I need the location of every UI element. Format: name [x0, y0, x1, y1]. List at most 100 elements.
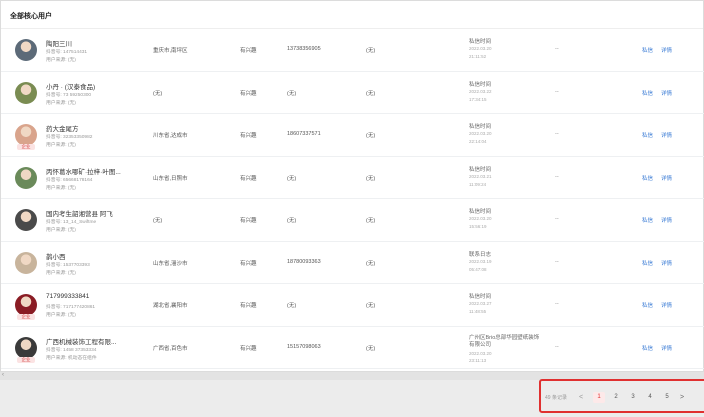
avatar[interactable]	[15, 336, 37, 359]
enterprise-badge: 企业	[17, 314, 35, 320]
message-button[interactable]: 私信	[642, 46, 653, 54]
detail-button[interactable]: 详情	[661, 131, 672, 139]
detail-button[interactable]: 详情	[661, 301, 672, 309]
location: (无)	[153, 218, 163, 224]
page-4-button[interactable]: 4	[644, 392, 656, 403]
message-button[interactable]: 私信	[642, 131, 653, 139]
avatar[interactable]	[15, 209, 37, 231]
table-row: 小丹 · (汉泰食品) 抖音号: 73 59250300 用户来源: (无) (…	[1, 72, 704, 114]
customer-name: 药大金尾方	[46, 126, 79, 133]
message-button[interactable]: 私信	[642, 174, 653, 182]
empty-value: --	[555, 301, 559, 307]
customer-name: 丙怀葛水哪矿·拉梓·叶图...	[46, 168, 121, 176]
last-contact-date: 2022.03.22	[469, 88, 492, 94]
remark: (无)	[366, 90, 376, 97]
avatar[interactable]	[15, 294, 37, 316]
last-contact-label: 私信时间	[469, 81, 492, 88]
last-contact-label: 私信时间	[469, 209, 492, 215]
douyin-id: 抖音号: 147514431	[46, 50, 88, 55]
table-row: 企业 717999333841 抖音号: 717177420861 用户来源: …	[1, 284, 704, 327]
page: 全部核心用户 陶阳三川 抖音号: 147514431 用户来源: (无) 重庆市…	[0, 0, 704, 417]
page-2-button[interactable]: 2	[610, 392, 622, 403]
customer-name: 717999333841	[46, 293, 90, 300]
avatar[interactable]	[15, 39, 37, 61]
douyin-id: 抖音号: 13_14_Swiftme	[46, 220, 97, 225]
page-3-button[interactable]: 3	[627, 392, 639, 403]
douyin-id: 抖音号: 32353350982	[46, 135, 93, 140]
intent-type: 有兴趣	[240, 218, 257, 224]
remark: (无)	[366, 260, 376, 267]
remark: (无)	[366, 175, 376, 182]
phone-number: (无)	[287, 218, 297, 224]
last-contact-time: 17:34:15	[469, 96, 487, 102]
last-contact-time: 21:11:52	[469, 54, 487, 59]
detail-button[interactable]: 详情	[661, 46, 672, 54]
last-contact-time: 15:56:19	[469, 224, 487, 229]
enterprise-badge: 企业	[17, 356, 35, 363]
table-row: 鹊小西 抖音号: 1537703393 用户来源: (无) 山东省,淄沙市 有兴…	[1, 242, 704, 284]
table-row: 丙怀葛水哪矿·拉梓·叶图... 抖音号: 65668178164 用户来源: (…	[1, 157, 704, 199]
next-page-icon[interactable]: >	[680, 394, 684, 401]
phone-number: (无)	[287, 175, 297, 182]
table-row: 企业 广西机械装饰工程有限... 抖音号: 1458 37353334 用户来源…	[1, 327, 704, 369]
remark: (无)	[366, 218, 376, 224]
phone-number: (无)	[287, 303, 297, 309]
message-button[interactable]: 私信	[642, 89, 653, 97]
user-source: 用户来源: (无)	[46, 185, 76, 191]
empty-value: --	[555, 131, 559, 137]
douyin-id: 抖音号: 717177420861	[46, 305, 96, 310]
page-title: 全部核心用户	[10, 13, 52, 20]
last-contact-time: 22:14:04	[469, 139, 487, 144]
location: 山东省,淄沙市	[153, 260, 188, 267]
detail-button[interactable]: 详情	[661, 259, 672, 267]
empty-value: --	[555, 216, 559, 222]
location: 川东省,达成市	[153, 133, 188, 139]
intent-type: 有兴趣	[240, 345, 257, 352]
scroll-left-icon[interactable]: ‹	[2, 372, 4, 378]
last-contact-label: 私信时间	[469, 294, 492, 300]
intent-type: 有兴趣	[240, 175, 257, 182]
intent-type: 有兴趣	[240, 260, 257, 267]
prev-page-icon[interactable]: <	[579, 394, 583, 401]
empty-value: --	[555, 258, 559, 265]
intent-type: 有兴趣	[240, 48, 257, 54]
detail-button[interactable]: 详情	[661, 174, 672, 182]
remark: (无)	[366, 345, 376, 352]
location: 湖北省,襄阳市	[153, 303, 188, 309]
user-source: 用户来源: (无)	[46, 100, 76, 106]
last-contact-label: 私信时间	[469, 166, 492, 173]
empty-value: --	[555, 173, 559, 180]
customer-name: 小丹 · (汉泰食品)	[46, 83, 96, 91]
page-1-button[interactable]: 1	[593, 391, 606, 403]
last-contact-date: 2022.03.20	[469, 216, 492, 221]
message-button[interactable]: 私信	[642, 259, 653, 267]
last-contact-label: 私信时间	[469, 39, 492, 45]
detail-button[interactable]: 详情	[661, 344, 672, 352]
user-source: 用户来源: (无)	[46, 270, 76, 276]
total-count: 49 条记录	[545, 394, 567, 401]
last-contact-time: 23:11:13	[469, 357, 487, 363]
avatar[interactable]	[15, 124, 37, 146]
last-contact-time: 11:09:24	[469, 181, 487, 187]
table-row: 企业 药大金尾方 抖音号: 32353350982 用户来源: (无) 川东省,…	[1, 114, 704, 157]
message-button[interactable]: 私信	[642, 344, 653, 352]
message-button[interactable]: 私信	[642, 301, 653, 309]
location: (无)	[153, 90, 163, 97]
remark: (无)	[366, 48, 376, 54]
table-row: 陶阳三川 抖音号: 147514431 用户来源: (无) 重庆市,南坪区 有兴…	[1, 29, 704, 72]
customer-name: 鹊小西	[46, 253, 66, 261]
customer-table: 陶阳三川 抖音号: 147514431 用户来源: (无) 重庆市,南坪区 有兴…	[1, 29, 704, 369]
message-button[interactable]: 私信	[642, 216, 653, 224]
user-source: 用户来源: (无)	[46, 58, 76, 63]
detail-button[interactable]: 详情	[661, 216, 672, 224]
table-row: 国内考生韶湘营县 阿飞 抖音号: 13_14_Swiftme 用户来源: (无)…	[1, 199, 704, 242]
enterprise-badge: 企业	[17, 144, 35, 150]
customer-name: 国内考生韶湘营县 阿飞	[46, 211, 113, 218]
avatar[interactable]	[15, 251, 37, 274]
avatar[interactable]	[15, 166, 37, 189]
last-contact-time: 11:48:55	[469, 309, 487, 314]
detail-button[interactable]: 详情	[661, 89, 672, 97]
intent-type: 有兴趣	[240, 133, 257, 139]
avatar[interactable]	[15, 81, 37, 104]
page-5-button[interactable]: 5	[661, 392, 673, 403]
